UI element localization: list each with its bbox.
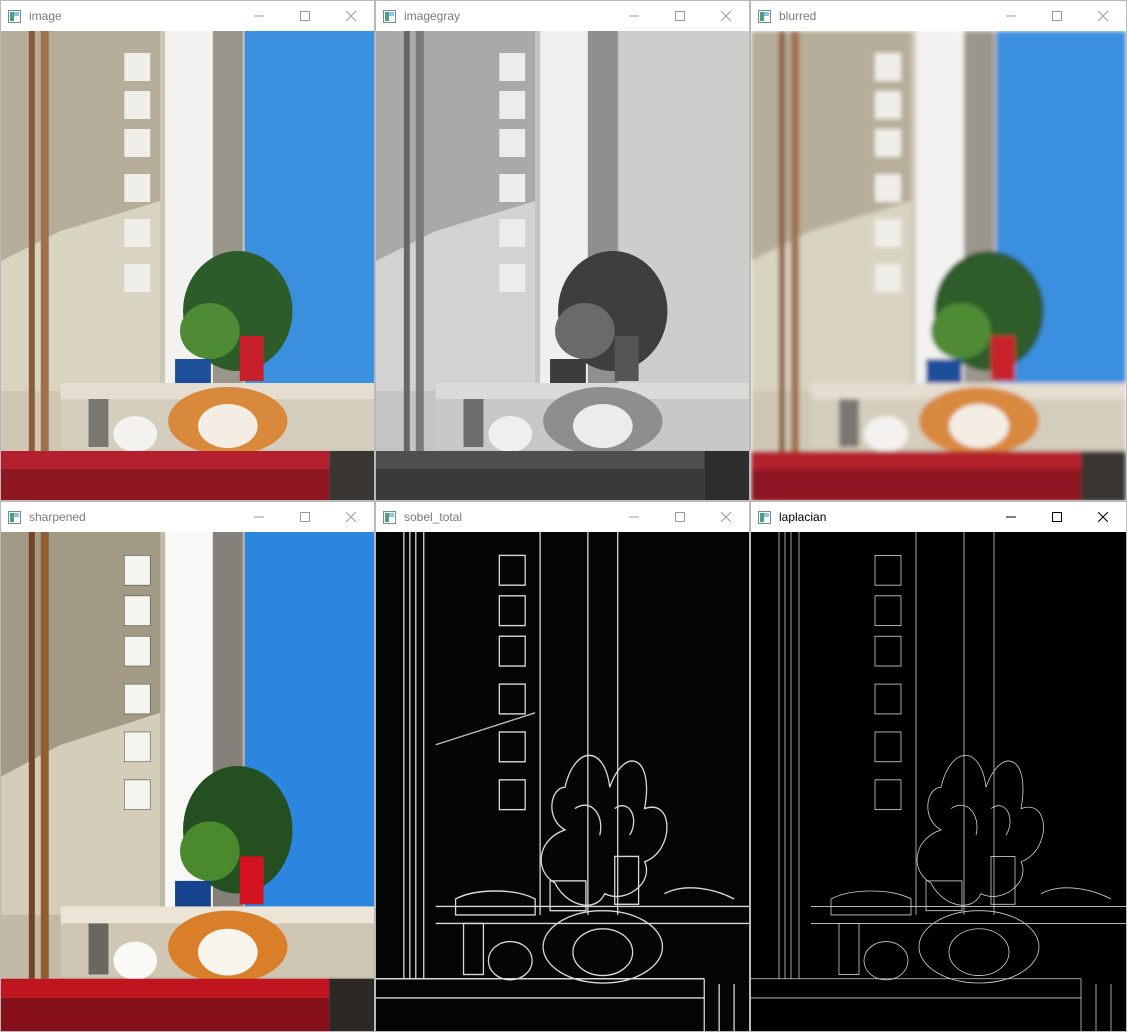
- maximize-button[interactable]: [657, 1, 703, 31]
- maximize-icon: [1052, 11, 1062, 21]
- close-button[interactable]: [1080, 1, 1126, 31]
- maximize-button[interactable]: [1034, 502, 1080, 532]
- laplacian-canvas: [751, 532, 1126, 1031]
- title-bar[interactable]: image: [1, 1, 374, 31]
- title-bar[interactable]: sobel_total: [376, 502, 749, 532]
- maximize-icon: [300, 11, 310, 21]
- window-sharpened[interactable]: sharpened: [0, 501, 375, 1032]
- close-button[interactable]: [703, 1, 749, 31]
- window-blurred[interactable]: blurred: [750, 0, 1127, 501]
- close-icon: [1098, 11, 1108, 21]
- sobel-total-canvas: [376, 532, 749, 1031]
- window-app-icon: [8, 510, 21, 524]
- maximize-button[interactable]: [282, 1, 328, 31]
- minimize-icon: [254, 516, 264, 518]
- minimize-button[interactable]: [236, 1, 282, 31]
- maximize-button[interactable]: [657, 502, 703, 532]
- maximize-icon: [300, 512, 310, 522]
- window-app-icon: [383, 510, 396, 524]
- window-title: imagegray: [404, 9, 461, 23]
- blurred-canvas: [751, 31, 1126, 500]
- title-bar[interactable]: laplacian: [751, 502, 1126, 532]
- window-title: sobel_total: [404, 510, 463, 524]
- maximize-button[interactable]: [1034, 1, 1080, 31]
- close-icon: [346, 11, 356, 21]
- minimize-button[interactable]: [988, 1, 1034, 31]
- imagegray-canvas: [376, 31, 749, 500]
- window-app-icon: [383, 9, 396, 23]
- close-icon: [1098, 512, 1108, 522]
- minimize-icon: [1006, 516, 1016, 518]
- minimize-icon: [629, 516, 639, 518]
- window-app-icon: [8, 9, 21, 23]
- maximize-icon: [675, 512, 685, 522]
- minimize-button[interactable]: [988, 502, 1034, 532]
- window-title: image: [29, 9, 62, 23]
- close-button[interactable]: [328, 1, 374, 31]
- minimize-icon: [254, 15, 264, 17]
- close-icon: [721, 512, 731, 522]
- window-app-icon: [758, 510, 771, 524]
- window-image[interactable]: image: [0, 0, 375, 501]
- image-canvas: [1, 31, 374, 500]
- maximize-icon: [675, 11, 685, 21]
- window-title: blurred: [779, 9, 817, 23]
- title-bar[interactable]: blurred: [751, 1, 1126, 31]
- window-laplacian[interactable]: laplacian: [750, 501, 1127, 1032]
- sharpened-canvas: [1, 532, 374, 1031]
- window-title: laplacian: [779, 510, 827, 524]
- maximize-button[interactable]: [282, 502, 328, 532]
- close-button[interactable]: [1080, 502, 1126, 532]
- window-title: sharpened: [29, 510, 86, 524]
- maximize-icon: [1052, 512, 1062, 522]
- minimize-button[interactable]: [611, 502, 657, 532]
- title-bar[interactable]: sharpened: [1, 502, 374, 532]
- close-button[interactable]: [328, 502, 374, 532]
- close-icon: [346, 512, 356, 522]
- minimize-button[interactable]: [236, 502, 282, 532]
- close-button[interactable]: [703, 502, 749, 532]
- minimize-button[interactable]: [611, 1, 657, 31]
- title-bar[interactable]: imagegray: [376, 1, 749, 31]
- minimize-icon: [1006, 15, 1016, 17]
- close-icon: [721, 11, 731, 21]
- window-imagegray[interactable]: imagegray: [375, 0, 750, 501]
- window-app-icon: [758, 9, 771, 23]
- window-sobel-total[interactable]: sobel_total: [375, 501, 750, 1032]
- minimize-icon: [629, 15, 639, 17]
